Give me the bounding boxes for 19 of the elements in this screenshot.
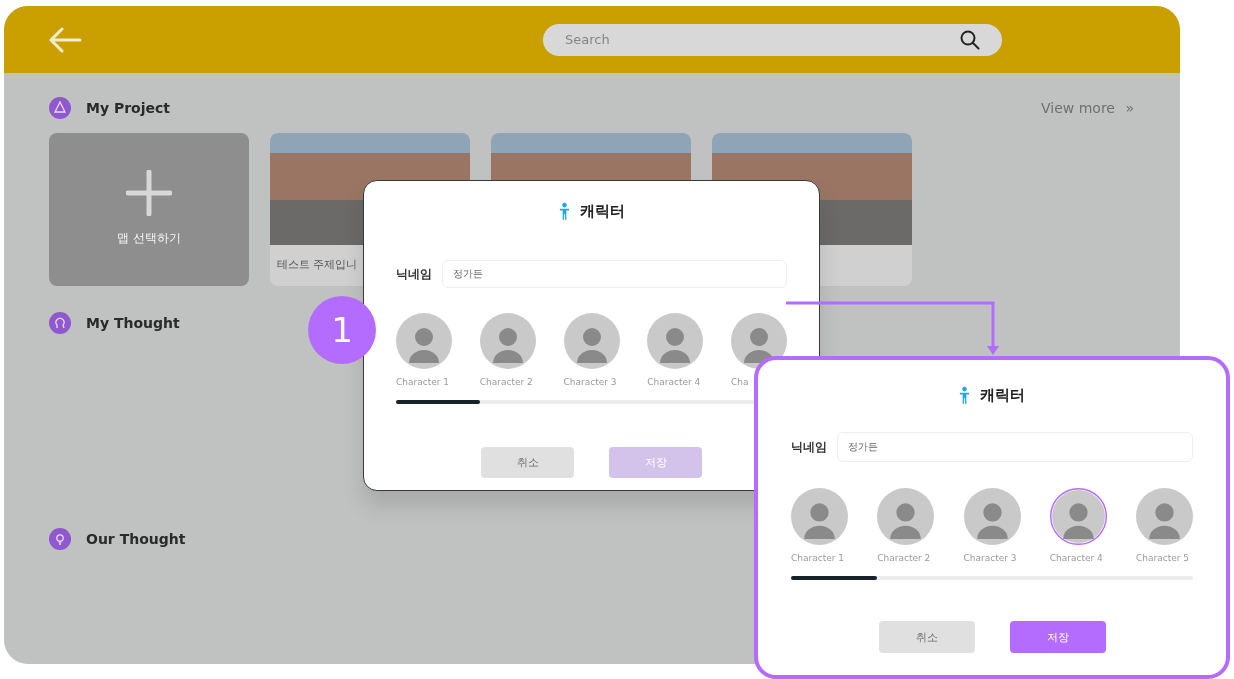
character-label: Character 3 bbox=[963, 552, 1018, 564]
character-label: Cha bbox=[731, 376, 750, 388]
character-label: Character 3 bbox=[563, 376, 618, 388]
character-label: Character 1 bbox=[791, 552, 846, 564]
character-label: Character 5 bbox=[1136, 552, 1191, 564]
character-label: Character 2 bbox=[479, 376, 534, 388]
character-label: Character 2 bbox=[877, 552, 932, 564]
card-label: 맵 선택하기 bbox=[117, 230, 181, 247]
character-label: Character 1 bbox=[396, 376, 451, 388]
character-label: Character 4 bbox=[647, 376, 702, 388]
nickname-label: 닉네임 bbox=[791, 438, 827, 456]
nickname-label: 닉네임 bbox=[396, 265, 432, 283]
section-title: Our Thought bbox=[86, 531, 186, 547]
card-title: 테스트 주제입니 bbox=[276, 257, 359, 272]
dialog-title: 캐릭터 bbox=[579, 201, 625, 221]
section-title: My Thought bbox=[86, 315, 180, 331]
character-label: Character 4 bbox=[1049, 552, 1104, 564]
dialog-title: 캐릭터 bbox=[980, 385, 1025, 405]
section-title: My Project bbox=[86, 100, 170, 116]
